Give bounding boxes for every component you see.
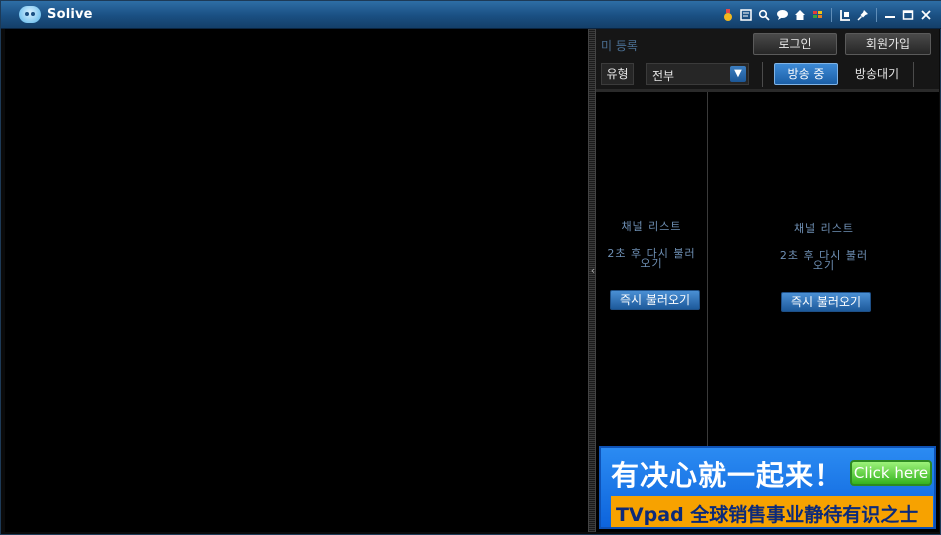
channel-list-column: 채널 리스트 2초 후 다시 불러 오기 즉시 불러오기 bbox=[709, 92, 939, 446]
minimize-icon[interactable] bbox=[882, 7, 898, 23]
type-select-value: 전부 bbox=[652, 69, 675, 83]
toolbar-separator bbox=[762, 62, 763, 87]
app-window: Solive ‹ 미 등록 로그인 회원가입 유형 전부 ▼ 방송 중 방송대기… bbox=[0, 0, 941, 535]
reload-now-button[interactable]: 즉시 불러오기 bbox=[610, 290, 700, 310]
reload-message-cont: 오기 bbox=[640, 257, 663, 270]
layout-icon[interactable] bbox=[837, 7, 853, 23]
type-select[interactable]: 전부 ▼ bbox=[646, 63, 749, 85]
solive-logo-icon bbox=[19, 6, 41, 23]
reload-message-cont: 오기 bbox=[812, 259, 836, 272]
title-bar-icons bbox=[720, 6, 934, 24]
title-bar-separator bbox=[876, 8, 877, 22]
panel-splitter[interactable]: ‹ bbox=[588, 29, 596, 532]
channel-list-title: 채널 리스트 bbox=[621, 220, 682, 233]
panel-toolbar: 미 등록 로그인 회원가입 유형 전부 ▼ 방송 중 방송대기 bbox=[596, 29, 939, 89]
notes-icon[interactable] bbox=[738, 7, 754, 23]
ad-banner[interactable]: 有决心就一起来！ Click here TVpad 全球销售事业静待有识之士 bbox=[599, 446, 936, 529]
tab-waiting[interactable]: 방송대기 bbox=[846, 63, 908, 85]
channel-list-column: 채널 리스트 2초 후 다시 불러 오기 즉시 불러오기 bbox=[596, 92, 708, 446]
maximize-icon[interactable] bbox=[900, 7, 916, 23]
home-icon[interactable] bbox=[792, 7, 808, 23]
title-bar[interactable]: Solive bbox=[1, 1, 941, 29]
account-status: 미 등록 bbox=[601, 39, 638, 53]
toolbar-separator bbox=[913, 62, 914, 87]
chat-icon[interactable] bbox=[774, 7, 790, 23]
tab-live[interactable]: 방송 중 bbox=[774, 63, 838, 85]
video-player-area[interactable] bbox=[5, 29, 588, 532]
title-bar-separator bbox=[831, 8, 832, 22]
ad-tagline-strip: TVpad 全球销售事业静待有识之士 bbox=[611, 496, 933, 527]
reload-now-button[interactable]: 즉시 불러오기 bbox=[781, 292, 871, 312]
app-title: Solive bbox=[47, 7, 93, 22]
pin-icon[interactable] bbox=[855, 7, 871, 23]
ad-headline: 有决心就一起来！ bbox=[611, 459, 844, 492]
medal-icon[interactable] bbox=[720, 7, 736, 23]
ad-click-button[interactable]: Click here bbox=[850, 460, 932, 486]
channel-list-title: 채널 리스트 bbox=[793, 222, 855, 235]
ad-tagline: TVpad 全球销售事业静待有识之士 bbox=[616, 504, 919, 526]
login-button[interactable]: 로그인 bbox=[753, 33, 837, 55]
channel-panel: 미 등록 로그인 회원가입 유형 전부 ▼ 방송 중 방송대기 채널 리스트 2… bbox=[596, 29, 939, 532]
search-icon[interactable] bbox=[756, 7, 772, 23]
join-button[interactable]: 회원가입 bbox=[845, 33, 931, 55]
close-icon[interactable] bbox=[918, 7, 934, 23]
type-label: 유형 bbox=[601, 63, 634, 85]
chevron-down-icon[interactable]: ▼ bbox=[730, 66, 746, 82]
palette-icon[interactable] bbox=[810, 7, 826, 23]
